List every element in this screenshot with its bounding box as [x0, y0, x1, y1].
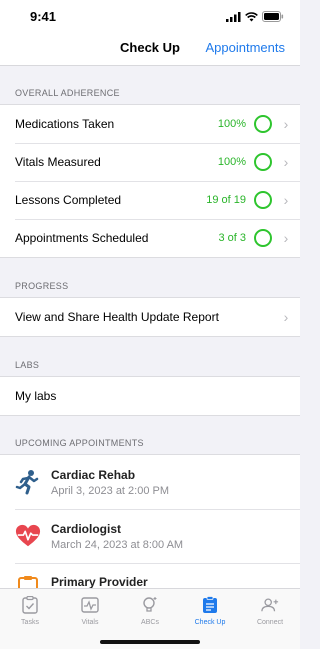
chevron-right-icon: › [283, 154, 289, 170]
tab-label: Vitals [81, 619, 99, 626]
row-label: View and Share Health Update Report [15, 310, 219, 324]
tab-label: Connect [256, 619, 284, 626]
clipboard-icon [15, 575, 41, 588]
home-indicator [100, 640, 200, 644]
tab-label: Check Up [194, 619, 226, 626]
wifi-icon [245, 11, 258, 21]
adherence-group: Medications Taken 100% › Vitals Measured… [0, 104, 300, 258]
appointment-row-cardiologist[interactable]: Cardiologist March 24, 2023 at 8:00 AM [0, 509, 300, 563]
adherence-row-medications[interactable]: Medications Taken 100% › [0, 105, 300, 143]
row-value: 100% [217, 118, 246, 130]
completion-ring-icon [254, 229, 272, 247]
row-value: 19 of 19 [206, 194, 246, 206]
tab-tasks[interactable]: Tasks [0, 589, 60, 649]
section-header-adherence: OVERALL ADHERENCE [15, 88, 120, 98]
heart-pulse-icon [15, 523, 41, 549]
status-bar: 9:41 [0, 0, 300, 34]
row-label: My labs [15, 389, 57, 403]
appointment-date: April 3, 2023 at 2:00 PM [51, 484, 170, 497]
status-time: 9:41 [30, 9, 57, 24]
section-header-progress: PROGRESS [15, 281, 69, 291]
chevron-right-icon: › [283, 192, 289, 208]
row-value: 100% [217, 156, 246, 168]
appointment-name: Cardiologist [51, 521, 122, 536]
health-report-row[interactable]: View and Share Health Update Report › [0, 298, 300, 336]
lightbulb-icon [141, 596, 159, 614]
runner-icon [15, 469, 41, 495]
completion-ring-icon [254, 191, 272, 209]
appointment-row-primary-provider[interactable]: Primary Provider [0, 563, 300, 588]
add-person-icon [261, 596, 279, 614]
section-header-appointments: UPCOMING APPOINTMENTS [15, 438, 144, 448]
chevron-right-icon: › [283, 309, 289, 325]
progress-group: View and Share Health Update Report › [0, 297, 300, 337]
tab-connect[interactable]: Connect [240, 589, 300, 649]
row-label: Lessons Completed [15, 193, 122, 207]
adherence-row-vitals[interactable]: Vitals Measured 100% › [0, 143, 300, 181]
row-label: Medications Taken [15, 117, 115, 131]
navigation-bar: Check Up Appointments [0, 34, 300, 66]
section-header-labs: LABS [15, 360, 40, 370]
tab-label: ABCs [141, 619, 159, 626]
checkup-icon [201, 596, 219, 614]
appointment-name: Primary Provider [51, 575, 148, 588]
adherence-row-appointments[interactable]: Appointments Scheduled 3 of 3 › [0, 219, 300, 257]
row-value: 3 of 3 [218, 232, 246, 244]
completion-ring-icon [254, 153, 272, 171]
appointments-group: Cardiac Rehab April 3, 2023 at 2:00 PM C… [0, 454, 300, 588]
labs-group: My labs [0, 376, 300, 416]
appointments-button[interactable]: Appointments [206, 40, 286, 55]
row-label: Appointments Scheduled [15, 231, 149, 245]
battery-icon [262, 11, 284, 22]
my-labs-row[interactable]: My labs [0, 377, 300, 415]
chevron-right-icon: › [283, 230, 289, 246]
cellular-signal-icon [226, 11, 241, 22]
completion-ring-icon [254, 115, 272, 133]
appointment-date: March 24, 2023 at 8:00 AM [51, 538, 184, 551]
tasks-icon [21, 596, 39, 614]
vitals-icon [81, 596, 99, 614]
chevron-right-icon: › [283, 116, 289, 132]
tab-label: Tasks [21, 619, 39, 626]
appointment-row-cardiac-rehab[interactable]: Cardiac Rehab April 3, 2023 at 2:00 PM [0, 455, 300, 509]
adherence-row-lessons[interactable]: Lessons Completed 19 of 19 › [0, 181, 300, 219]
status-icons [226, 11, 284, 22]
appointment-name: Cardiac Rehab [51, 467, 136, 482]
row-label: Vitals Measured [15, 155, 101, 169]
